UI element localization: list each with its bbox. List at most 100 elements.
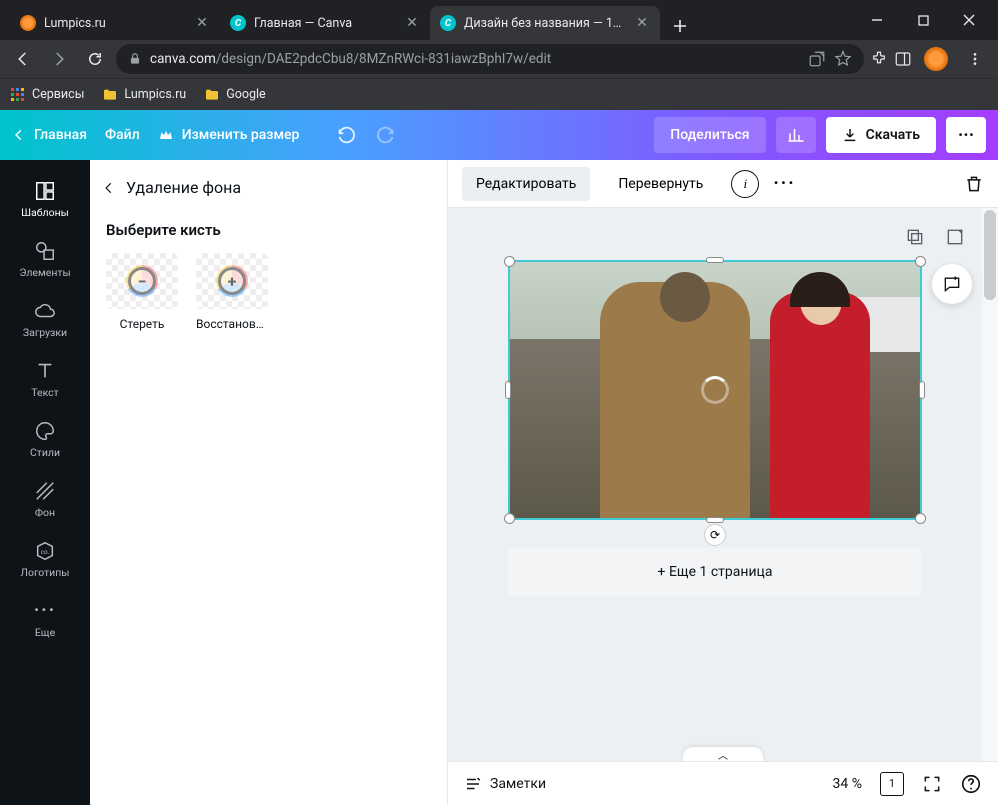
- brush-thumb: −: [106, 253, 178, 309]
- browser-titlebar: Lumpics.ru ✕ C Главная — Canva ✕ C Дизай…: [0, 0, 998, 40]
- tab-lumpics[interactable]: Lumpics.ru ✕: [10, 6, 220, 40]
- brush-label: Стереть: [120, 317, 165, 331]
- rail-templates[interactable]: Шаблоны: [0, 170, 90, 228]
- tab-canva-design[interactable]: C Дизайн без названия — 1200 ✕: [430, 6, 660, 40]
- resize-handle[interactable]: [919, 381, 925, 399]
- forward-button[interactable]: [44, 44, 74, 74]
- cloud-icon: [34, 300, 56, 322]
- undo-button[interactable]: [335, 124, 357, 146]
- brush-erase[interactable]: − Стереть: [106, 253, 178, 331]
- side-panel: Удаление фона Выберите кисть − Стереть +…: [90, 160, 448, 805]
- file-menu[interactable]: Файл: [105, 127, 140, 143]
- more-button[interactable]: ···: [946, 117, 986, 153]
- bookmark-label: Google: [226, 87, 265, 102]
- selected-image[interactable]: ⟳: [508, 260, 922, 520]
- stage[interactable]: ⟳ + Еще 1 страница ︿: [448, 208, 998, 761]
- notes-icon: [464, 775, 482, 793]
- reload-button[interactable]: [80, 44, 110, 74]
- window-controls: [854, 4, 992, 36]
- bookmark-label: Lumpics.ru: [124, 87, 186, 102]
- notes-button[interactable]: Заметки: [464, 775, 546, 793]
- bookmark-google[interactable]: Google: [204, 87, 265, 103]
- minimize-button[interactable]: [854, 4, 900, 36]
- tab-strip: Lumpics.ru ✕ C Главная — Canva ✕ C Дизай…: [0, 0, 854, 40]
- share-url-icon[interactable]: [808, 50, 826, 68]
- edit-image-button[interactable]: Редактировать: [462, 167, 590, 201]
- extensions-icon[interactable]: [870, 50, 888, 68]
- chart-icon: [787, 126, 805, 144]
- context-toolbar: Редактировать Перевернуть i ···: [448, 160, 998, 208]
- resize-handle[interactable]: [706, 257, 724, 263]
- rail-text[interactable]: Текст: [0, 350, 90, 408]
- new-tab-button[interactable]: [666, 12, 694, 40]
- back-button[interactable]: [8, 44, 38, 74]
- bookmark-lumpics[interactable]: Lumpics.ru: [102, 87, 186, 103]
- favicon-icon: C: [440, 15, 456, 31]
- zoom-level[interactable]: 34 %: [833, 776, 862, 792]
- brush-restore[interactable]: + Восстанови...: [196, 253, 268, 331]
- svg-text:co.: co.: [41, 547, 50, 555]
- add-page-label: + Еще 1 страница: [658, 564, 773, 580]
- resize-button[interactable]: Изменить размер: [158, 127, 300, 143]
- text-icon: [34, 360, 56, 382]
- crown-icon: [158, 127, 174, 143]
- side-panel-icon[interactable]: [894, 50, 912, 68]
- delete-button[interactable]: [964, 174, 984, 194]
- rail-logos[interactable]: co. Логотипы: [0, 530, 90, 588]
- resize-handle[interactable]: [915, 513, 926, 524]
- add-page-bar[interactable]: + Еще 1 страница: [508, 548, 922, 596]
- folder-icon: [204, 87, 220, 103]
- page-strip-pull[interactable]: ︿: [683, 747, 763, 761]
- more-icon: ···: [34, 600, 56, 622]
- canvas-area: Редактировать Перевернуть i ···: [448, 160, 998, 805]
- insights-button[interactable]: [776, 117, 816, 153]
- rotate-handle[interactable]: ⟳: [704, 524, 726, 546]
- side-rail: Шаблоны Элементы Загрузки Текст Стили Фо…: [0, 160, 90, 805]
- browser-menu-button[interactable]: [960, 44, 990, 74]
- rail-uploads[interactable]: Загрузки: [0, 290, 90, 348]
- comment-fab[interactable]: [932, 264, 972, 304]
- rail-styles[interactable]: Стили: [0, 410, 90, 468]
- info-icon: i: [744, 176, 748, 192]
- bookmark-star-icon[interactable]: [834, 50, 852, 68]
- page-number[interactable]: 1: [880, 772, 904, 796]
- close-window-button[interactable]: [946, 4, 992, 36]
- rail-elements[interactable]: Элементы: [0, 230, 90, 288]
- page-actions: [900, 222, 970, 252]
- lock-icon: [128, 52, 142, 66]
- chevron-left-icon: [102, 181, 116, 195]
- home-link[interactable]: Главная: [12, 127, 87, 143]
- flip-button[interactable]: Перевернуть: [604, 167, 717, 201]
- download-icon: [842, 127, 858, 143]
- close-icon[interactable]: ✕: [634, 15, 650, 31]
- close-icon[interactable]: ✕: [404, 15, 420, 31]
- maximize-button[interactable]: [900, 4, 946, 36]
- scrollbar-thumb[interactable]: [984, 210, 996, 300]
- fullscreen-button[interactable]: [922, 774, 942, 794]
- close-icon[interactable]: ✕: [194, 15, 210, 31]
- duplicate-page-button[interactable]: [900, 222, 930, 252]
- resize-handle[interactable]: [505, 381, 511, 399]
- tab-canva-home[interactable]: C Главная — Canva ✕: [220, 6, 430, 40]
- tab-title: Главная — Canva: [254, 16, 396, 31]
- profile-avatar[interactable]: [924, 47, 948, 71]
- scrollbar[interactable]: [982, 208, 998, 761]
- help-button[interactable]: [960, 773, 982, 795]
- bookmark-services[interactable]: Сервисы: [10, 87, 84, 103]
- rail-more[interactable]: ··· Еще: [0, 590, 90, 648]
- panel-back[interactable]: Удаление фона: [102, 174, 429, 201]
- resize-handle[interactable]: [504, 256, 515, 267]
- redo-button[interactable]: [375, 124, 397, 146]
- add-page-button[interactable]: [940, 222, 970, 252]
- context-more-button[interactable]: ···: [773, 173, 795, 194]
- elements-icon: [34, 240, 56, 262]
- rail-background[interactable]: Фон: [0, 470, 90, 528]
- chevron-left-icon: [12, 128, 26, 142]
- resize-handle[interactable]: [706, 517, 724, 523]
- info-button[interactable]: i: [731, 170, 759, 198]
- resize-handle[interactable]: [915, 256, 926, 267]
- resize-handle[interactable]: [504, 513, 515, 524]
- download-button[interactable]: Скачать: [826, 117, 936, 153]
- share-button[interactable]: Поделиться: [654, 117, 765, 153]
- omnibox[interactable]: canva.com/design/DAE2pdcCbu8/8MZnRWci-83…: [116, 44, 864, 74]
